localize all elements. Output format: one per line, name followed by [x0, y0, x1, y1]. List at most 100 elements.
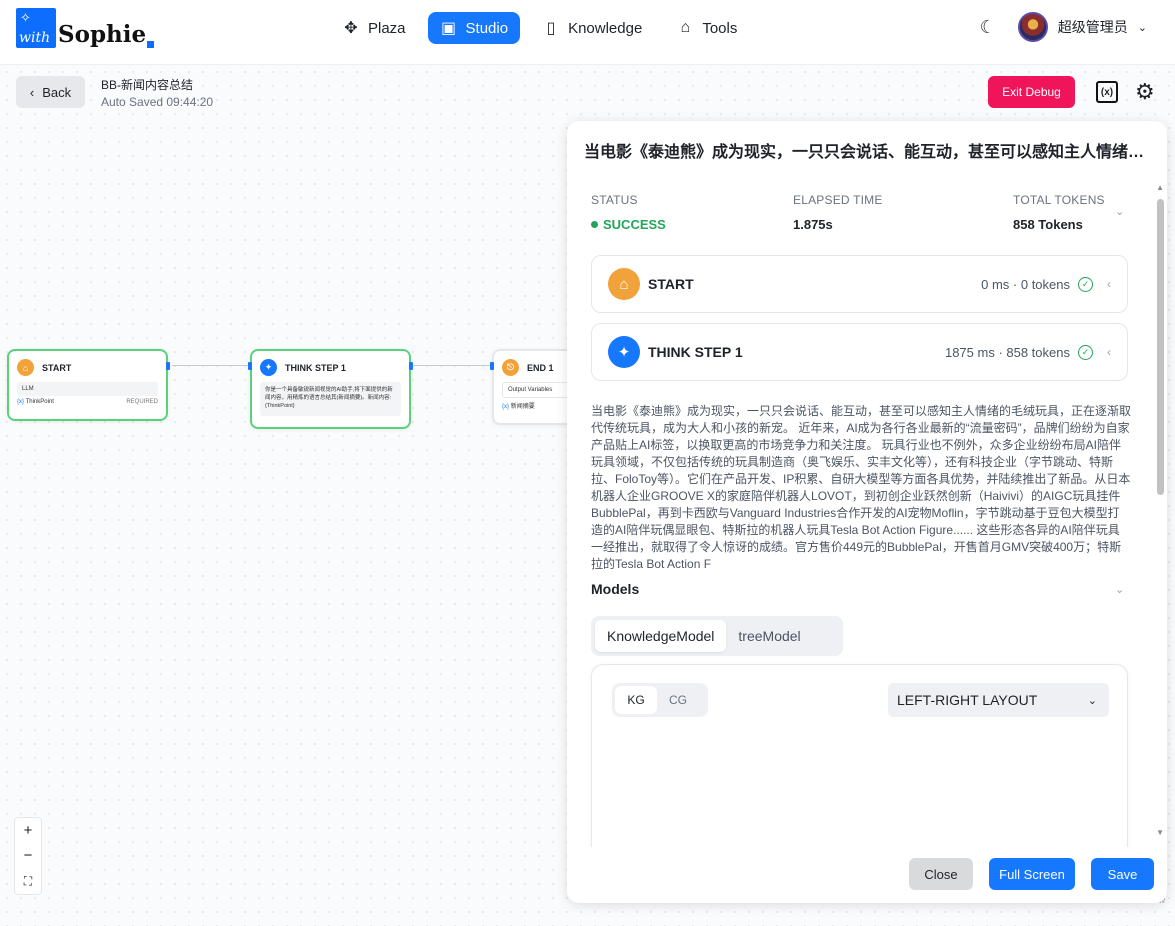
avatar	[1017, 12, 1048, 42]
status-dot	[591, 221, 598, 228]
full-screen-button[interactable]: Full Screen	[989, 858, 1075, 890]
node-title: END 1	[527, 362, 554, 373]
panel-title: 当电影《泰迪熊》成为现实，一只只会说话、能互动，甚至可以感知主人情绪的毛绒玩具，…	[584, 144, 1149, 161]
chevron-down-icon: ⌄	[1087, 694, 1097, 707]
sparkle-icon: ✦	[260, 359, 277, 376]
step-name: THINK STEP 1	[648, 344, 743, 360]
input-handle[interactable]	[490, 362, 494, 370]
step-card-start[interactable]: ⌂ START 0 ms · 0 tokens ✓ ‹	[591, 255, 1128, 313]
variable-icon: {x}	[17, 399, 25, 405]
toggle-kg[interactable]: KG	[615, 686, 657, 714]
check-circle-icon: ✓	[1078, 276, 1093, 292]
sparkle-icon: ✧	[20, 10, 31, 25]
step-meta: 0 ms · 0 tokens	[981, 276, 1070, 292]
home-icon: ⌂	[17, 359, 34, 376]
nav-label: Plaza	[368, 19, 406, 37]
node-prompt-preview: 你是一个具备敏锐新闻视觉的AI助手,将下面提供的新闻内容，用精炼的语言总结其(新…	[260, 382, 401, 416]
main-nav: ✥ Plaza ▣ Studio ▯ Knowledge ⌂ Tools	[330, 12, 749, 44]
logo-dot	[147, 41, 155, 48]
node-model-row: LLM	[17, 382, 158, 396]
plaza-icon: ✥	[344, 20, 358, 37]
zoom-controls: + − ⛶	[14, 817, 42, 895]
tokens-label: TOTAL TOKENS	[1013, 193, 1105, 207]
sparkle-icon: ✦	[608, 336, 640, 368]
save-button[interactable]: Save	[1091, 858, 1154, 890]
input-handle[interactable]	[248, 362, 252, 370]
tab-knowledge-model[interactable]: KnowledgeModel	[595, 620, 727, 652]
elapsed-label: ELAPSED TIME	[793, 193, 883, 207]
nav-label: Tools	[702, 19, 738, 37]
chevron-down-icon[interactable]: ⌄	[1115, 205, 1124, 218]
back-label: Back	[42, 84, 72, 100]
top-navigation-bar: ✧ with Sophie ✥ Plaza ▣ Studio ▯ Knowled…	[0, 0, 1175, 64]
chevron-left-icon: ‹	[1107, 277, 1111, 291]
tab-tree-model[interactable]: treeModel	[726, 620, 812, 652]
scroll-down-icon[interactable]: ▼	[1156, 828, 1164, 837]
back-button[interactable]: ‹ Back	[16, 76, 85, 108]
tokens-stat: TOTAL TOKENS 858 Tokens	[1013, 193, 1105, 232]
zoom-out-button[interactable]: −	[15, 843, 41, 868]
chevron-left-icon: ‹	[1107, 345, 1111, 359]
chevron-left-icon: ‹	[29, 84, 35, 100]
scroll-up-icon[interactable]: ▲	[1156, 183, 1164, 192]
result-output-text: 当电影《泰迪熊》成为现实，一只只会说话、能互动，甚至可以感知主人情绪的毛绒玩具，…	[591, 404, 1132, 571]
status-stat: STATUS SUCCESS	[591, 193, 666, 232]
variable-icon: {x}	[502, 404, 510, 410]
output-handle[interactable]	[409, 362, 413, 370]
flow-title: BB-新闻内容总结	[101, 78, 194, 92]
home-icon: ⌂	[608, 268, 640, 300]
model-tabs: KnowledgeModel treeModel	[591, 616, 843, 656]
nav-item-knowledge[interactable]: ▯ Knowledge	[530, 12, 654, 44]
logo-with-text: with	[19, 30, 51, 46]
brand-logo[interactable]: ✧ with Sophie	[16, 8, 155, 48]
toggle-cg[interactable]: CG	[657, 686, 699, 714]
status-label: STATUS	[591, 193, 638, 207]
node-title: THINK STEP 1	[285, 362, 346, 373]
edge-start-think	[172, 365, 250, 366]
user-name: 超级管理员	[1057, 19, 1128, 35]
zoom-in-button[interactable]: +	[15, 818, 41, 843]
scrollbar-thumb[interactable]	[1157, 199, 1164, 495]
panel-footer: Close Full Screen Save	[567, 847, 1167, 903]
required-badge: REQUIRED	[126, 399, 158, 405]
elapsed-value: 1.875s	[793, 217, 833, 232]
debug-result-panel: 当电影《泰迪熊》成为现实，一只只会说话、能互动，甚至可以感知主人情绪的毛绒玩具，…	[567, 121, 1167, 903]
close-button[interactable]: Close	[909, 858, 973, 890]
graph-type-toggle: KG CG	[612, 683, 708, 717]
variable-name: ThinkPoint	[25, 399, 54, 405]
studio-icon: ▣	[440, 20, 457, 37]
logo-mark: ✧ with	[16, 8, 56, 48]
chevron-down-icon[interactable]: ⌄	[1115, 583, 1124, 596]
node-title: START	[42, 362, 72, 373]
moon-icon[interactable]: ☾	[980, 17, 996, 38]
user-menu[interactable]: 超级管理员 ⌄	[1017, 12, 1147, 42]
nav-item-studio[interactable]: ▣ Studio	[427, 12, 521, 44]
fit-view-button[interactable]: ⛶	[15, 869, 41, 894]
layout-select[interactable]: LEFT-RIGHT LAYOUT ⌄	[888, 683, 1109, 717]
node-start[interactable]: ⌂ START LLM {x} ThinkPoint REQUIRED	[7, 349, 170, 421]
node-think-step[interactable]: ✦ THINK STEP 1 你是一个具备敏锐新闻视觉的AI助手,将下面提供的新…	[248, 349, 413, 429]
edge-think-end	[414, 365, 490, 366]
top-right-controls: ☾ 超级管理员 ⌄	[980, 12, 1147, 42]
nav-item-plaza[interactable]: ✥ Plaza	[330, 12, 418, 44]
tokens-value: 858 Tokens	[1013, 217, 1083, 232]
gear-icon[interactable]: ⚙	[1135, 79, 1155, 105]
graph-view[interactable]: KG CG LEFT-RIGHT LAYOUT ⌄	[591, 664, 1128, 864]
step-card-think[interactable]: ✦ THINK STEP 1 1875 ms · 858 tokens ✓ ‹	[591, 323, 1128, 381]
variable-name: 新闻摘要	[510, 404, 535, 410]
status-value: SUCCESS	[603, 217, 666, 232]
chevron-down-icon: ⌄	[1137, 21, 1147, 34]
nav-label: Studio	[465, 19, 509, 37]
status-badge: SUCCESS	[591, 217, 666, 232]
exit-debug-button[interactable]: Exit Debug	[988, 76, 1075, 108]
book-icon: ▯	[546, 20, 556, 37]
nav-item-tools[interactable]: ⌂ Tools	[664, 12, 749, 44]
check-circle-icon: ✓	[1078, 344, 1093, 360]
elapsed-stat: ELAPSED TIME 1.875s	[793, 193, 883, 232]
step-name: START	[648, 276, 694, 292]
node-variable-row: {x} ThinkPoint REQUIRED	[17, 399, 158, 405]
variables-icon[interactable]: (x)	[1096, 81, 1118, 103]
models-section-title: Models	[591, 581, 640, 597]
logo-name: Sophie	[58, 21, 147, 48]
output-handle[interactable]	[166, 362, 170, 370]
